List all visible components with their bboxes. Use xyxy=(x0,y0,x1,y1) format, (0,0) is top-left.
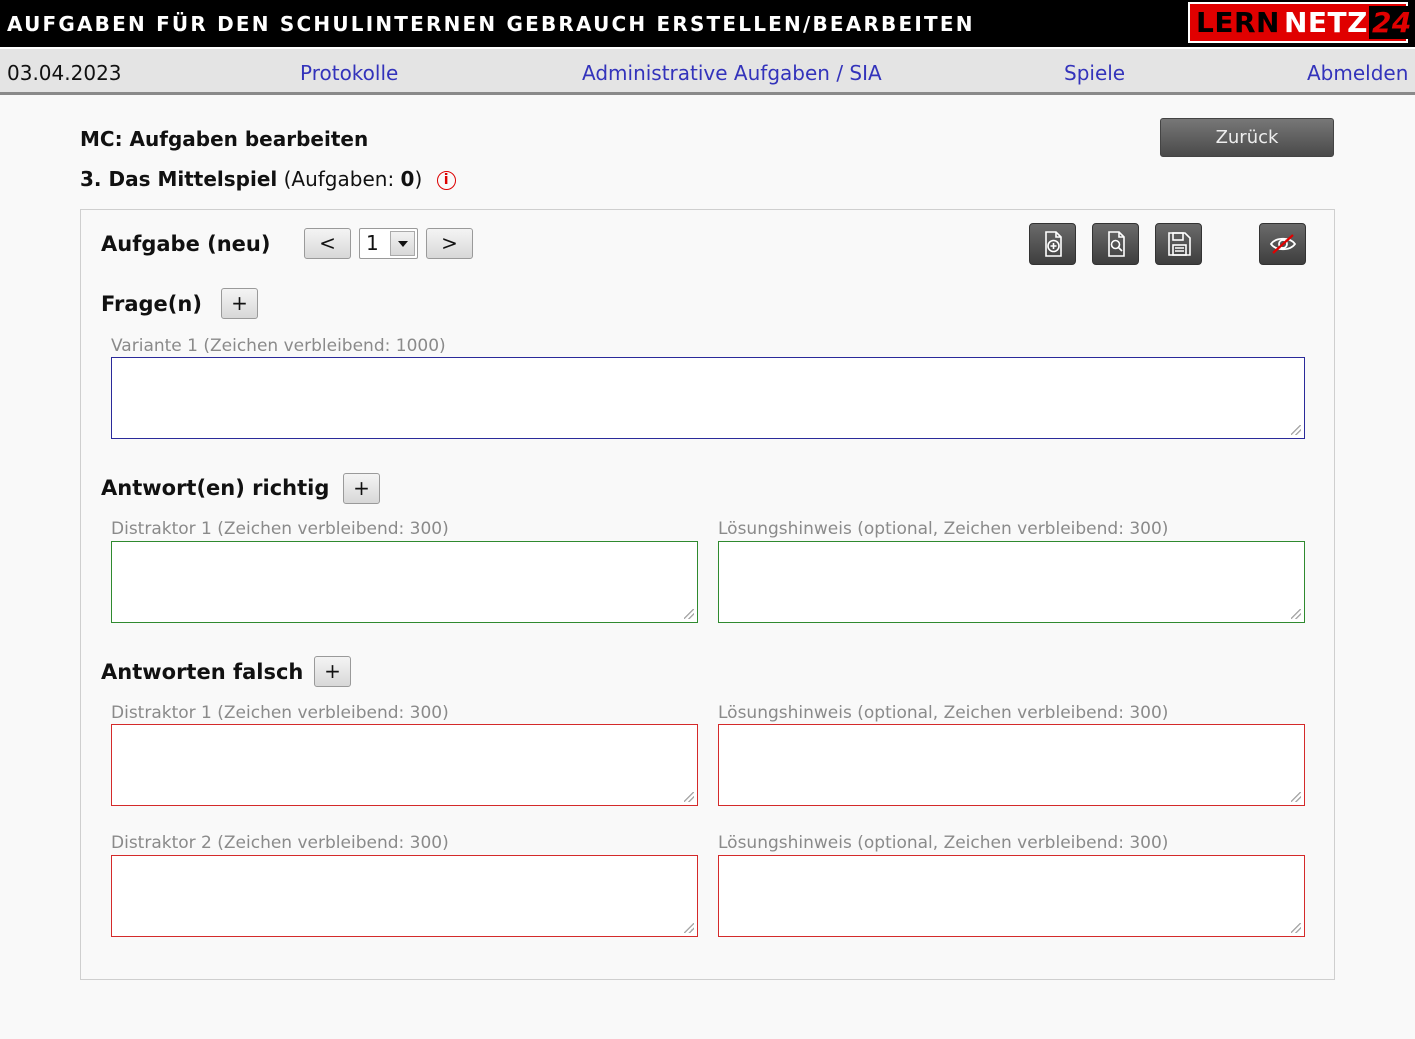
save-icon xyxy=(1167,232,1191,256)
question-variant-label: Variante 1 (Zeichen verbleibend: 1000) xyxy=(111,336,446,356)
preview-button[interactable] xyxy=(1092,223,1139,265)
nav-link-abmelden[interactable]: Abmelden xyxy=(1307,61,1408,85)
wrong-distractor-2-textarea[interactable] xyxy=(111,855,698,937)
logo-part-24: 24 xyxy=(1368,6,1415,39)
new-task-button[interactable] xyxy=(1029,223,1076,265)
logo-part-lern: LERN xyxy=(1196,6,1280,39)
nav-link-protokolle[interactable]: Protokolle xyxy=(300,61,398,85)
wrong-hint-1-label: Lösungshinweis (optional, Zeichen verble… xyxy=(718,703,1169,723)
app-title: AUFGABEN FÜR DEN SCHULINTERNEN GEBRAUCH … xyxy=(7,12,975,36)
visibility-toggle-button[interactable] xyxy=(1259,223,1306,265)
question-variant-textarea[interactable] xyxy=(111,357,1305,439)
resize-grip[interactable] xyxy=(1291,792,1301,802)
wrong-distractor-1-textarea[interactable] xyxy=(111,724,698,806)
current-date: 03.04.2023 xyxy=(7,61,122,85)
task-editor-panel: Aufgabe (neu) < 1 > Frage(n) + Variante … xyxy=(80,209,1335,980)
wrong-hint-2-textarea[interactable] xyxy=(718,855,1305,937)
chevron-down-icon[interactable] xyxy=(390,231,415,256)
info-circle-icon[interactable]: i xyxy=(436,171,456,190)
correct-hint-label: Lösungshinweis (optional, Zeichen verble… xyxy=(718,519,1169,539)
back-button[interactable]: Zurück xyxy=(1160,118,1334,157)
correct-distractor-label: Distraktor 1 (Zeichen verbleibend: 300) xyxy=(111,519,449,539)
chapter-count: 0 xyxy=(400,167,415,191)
correct-hint-textarea[interactable] xyxy=(718,541,1305,623)
correct-answers-label: Antwort(en) richtig xyxy=(101,476,330,500)
chapter-count-prefix: (Aufgaben: xyxy=(283,167,401,191)
add-question-button[interactable]: + xyxy=(221,288,258,319)
resize-grip[interactable] xyxy=(684,792,694,802)
lernnetz-logo[interactable]: LERN NETZ 24 xyxy=(1188,2,1415,43)
resize-grip[interactable] xyxy=(1291,923,1301,933)
resize-grip[interactable] xyxy=(1291,609,1301,619)
resize-grip[interactable] xyxy=(684,609,694,619)
resize-grip[interactable] xyxy=(684,923,694,933)
new-document-icon xyxy=(1044,231,1062,257)
task-label: Aufgabe (neu) xyxy=(101,232,271,256)
nav-bar: 03.04.2023 Protokolle Administrative Auf… xyxy=(0,47,1415,95)
wrong-distractor-2-label: Distraktor 2 (Zeichen verbleibend: 300) xyxy=(111,833,449,853)
chapter-heading: 3. Das Mittelspiel (Aufgaben: 0) i xyxy=(80,167,456,191)
prev-task-button[interactable]: < xyxy=(304,228,351,259)
chapter-count-suffix: ) xyxy=(414,167,423,191)
chapter-name: 3. Das Mittelspiel xyxy=(80,167,278,191)
wrong-hint-1-textarea[interactable] xyxy=(718,724,1305,806)
next-task-button[interactable]: > xyxy=(426,228,473,259)
task-number-value: 1 xyxy=(366,231,379,255)
preview-icon xyxy=(1107,231,1125,257)
wrong-distractor-1-label: Distraktor 1 (Zeichen verbleibend: 300) xyxy=(111,703,449,723)
title-bar: AUFGABEN FÜR DEN SCHULINTERNEN GEBRAUCH … xyxy=(0,0,1415,47)
page-title: MC: Aufgaben bearbeiten xyxy=(80,127,369,151)
save-button[interactable] xyxy=(1155,223,1202,265)
wrong-hint-2-label: Lösungshinweis (optional, Zeichen verble… xyxy=(718,833,1169,853)
visibility-off-icon xyxy=(1269,234,1296,254)
resize-grip[interactable] xyxy=(1291,425,1301,435)
nav-link-spiele[interactable]: Spiele xyxy=(1064,61,1125,85)
questions-label: Frage(n) xyxy=(101,292,202,316)
correct-distractor-textarea[interactable] xyxy=(111,541,698,623)
add-wrong-answer-button[interactable]: + xyxy=(314,656,351,687)
wrong-answers-label: Antworten falsch xyxy=(101,660,304,684)
add-correct-answer-button[interactable]: + xyxy=(343,473,380,504)
logo-part-netz: NETZ xyxy=(1283,6,1368,39)
task-number-select[interactable]: 1 xyxy=(359,228,418,259)
nav-link-administrative-aufgaben[interactable]: Administrative Aufgaben / SIA xyxy=(582,61,882,85)
